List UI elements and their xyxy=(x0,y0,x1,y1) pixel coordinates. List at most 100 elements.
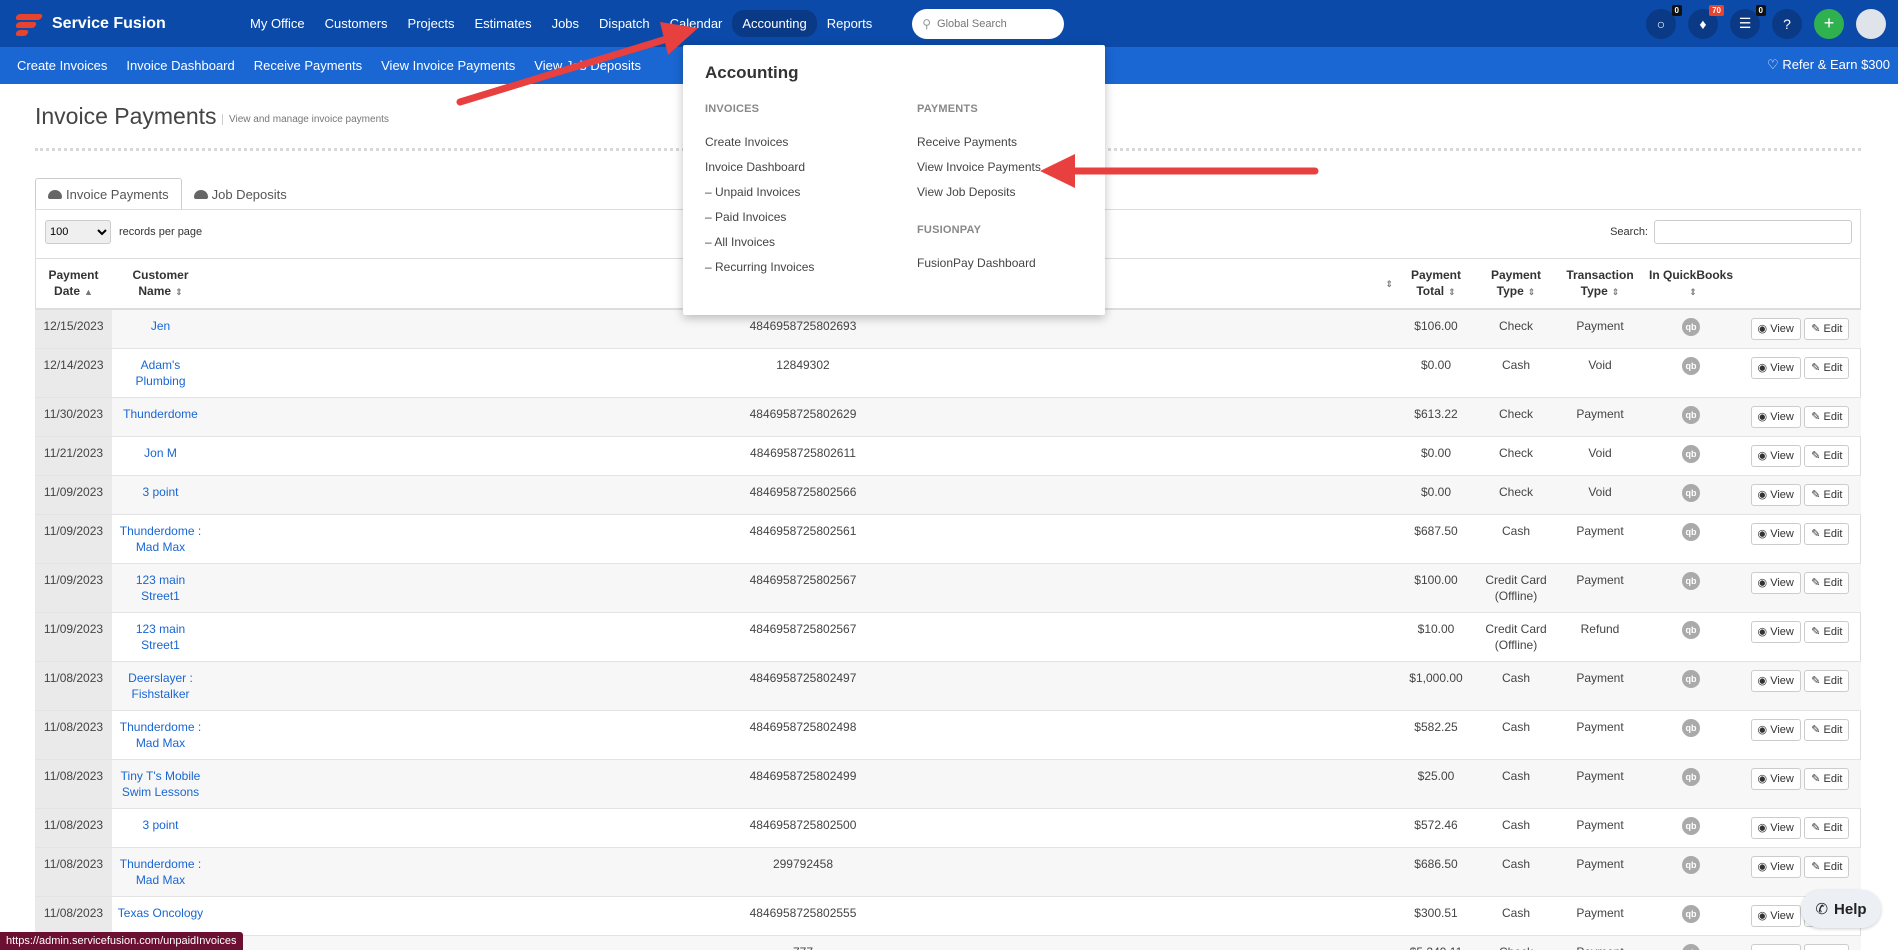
col-transaction-type[interactable]: Transaction Type ⇕ xyxy=(1557,258,1643,310)
view-button[interactable]: ◉ View xyxy=(1750,522,1801,545)
customer-name-link[interactable]: Adam's Plumbing xyxy=(112,348,209,398)
eye-icon: ◉ xyxy=(1757,361,1771,374)
menu-all-invoices[interactable]: – All Invoices xyxy=(705,235,814,250)
nav-dispatch[interactable]: Dispatch xyxy=(589,10,660,37)
nav-calendar[interactable]: Calendar xyxy=(660,10,733,37)
view-label: View xyxy=(1770,488,1794,501)
col-in-quickbooks[interactable]: In QuickBooks ⇕ xyxy=(1643,258,1739,310)
view-button[interactable]: ◉ View xyxy=(1750,855,1801,878)
edit-button[interactable]: ✎ Edit xyxy=(1804,571,1850,594)
subnav-create-invoices[interactable]: Create Invoices xyxy=(17,58,107,73)
view-label: View xyxy=(1770,723,1794,736)
customer-name-link[interactable]: Jon M xyxy=(112,436,209,476)
tab-invoice-payments[interactable]: Invoice Payments xyxy=(35,178,182,210)
nav-my-office[interactable]: My Office xyxy=(240,10,315,37)
records-select[interactable]: 100 xyxy=(45,220,111,244)
menu-create-invoices[interactable]: Create Invoices xyxy=(705,135,814,150)
edit-button[interactable]: ✎ Edit xyxy=(1804,943,1850,950)
avatar[interactable] xyxy=(1856,8,1886,39)
edit-button[interactable]: ✎ Edit xyxy=(1804,718,1850,741)
col-customer-name[interactable]: Customer Name ⇕ xyxy=(112,258,209,310)
view-button[interactable]: ◉ View xyxy=(1750,405,1801,428)
row-actions: ◉ View ✎ Edit xyxy=(1739,759,1861,809)
edit-button[interactable]: ✎ Edit xyxy=(1804,356,1850,379)
view-button[interactable]: ◉ View xyxy=(1750,317,1801,340)
nav-reports[interactable]: Reports xyxy=(817,10,883,37)
view-button[interactable]: ◉ View xyxy=(1750,356,1801,379)
global-search-input[interactable] xyxy=(937,17,1058,30)
menu-paid-invoices[interactable]: – Paid Invoices xyxy=(705,210,814,225)
tab-job-deposits[interactable]: Job Deposits xyxy=(182,178,299,210)
payment-total: $300.51 xyxy=(1397,896,1475,936)
view-button[interactable]: ◉ View xyxy=(1750,620,1801,643)
tasks-badge: 0 xyxy=(1755,4,1766,16)
nav-jobs[interactable]: Jobs xyxy=(542,10,589,37)
nav-customers[interactable]: Customers xyxy=(315,10,398,37)
edit-button[interactable]: ✎ Edit xyxy=(1804,405,1850,428)
col-payment-date[interactable]: Payment Date ▲ xyxy=(35,258,112,310)
view-button[interactable]: ◉ View xyxy=(1750,943,1801,950)
eye-icon: ◉ xyxy=(1757,322,1771,335)
menu-recurring-invoices[interactable]: – Recurring Invoices xyxy=(705,260,814,275)
customer-name-link[interactable]: Deerslayer : Fishstalker xyxy=(112,661,209,711)
col-payment-type[interactable]: Payment Type ⇕ xyxy=(1475,258,1557,310)
edit-button[interactable]: ✎ Edit xyxy=(1804,669,1850,692)
customer-name-link[interactable]: Thunderdome : Mad Max xyxy=(112,514,209,564)
view-button[interactable]: ◉ View xyxy=(1750,904,1801,927)
customer-name-link[interactable]: Tiny T's Mobile Swim Lessons xyxy=(112,759,209,809)
menu-invoice-dashboard[interactable]: Invoice Dashboard xyxy=(705,160,814,175)
edit-button[interactable]: ✎ Edit xyxy=(1804,483,1850,506)
menu-unpaid-invoices[interactable]: – Unpaid Invoices xyxy=(705,185,814,200)
nav-projects[interactable]: Projects xyxy=(398,10,465,37)
col-payment-total[interactable]: Payment Total ⇕ xyxy=(1397,258,1475,310)
edit-button[interactable]: ✎ Edit xyxy=(1804,522,1850,545)
edit-button[interactable]: ✎ Edit xyxy=(1804,816,1850,839)
menu-view-invoice-payments[interactable]: View Invoice Payments xyxy=(917,160,1041,175)
view-button[interactable]: ◉ View xyxy=(1750,483,1801,506)
edit-button[interactable]: ✎ Edit xyxy=(1804,317,1850,340)
menu-fusionpay-dashboard[interactable]: FusionPay Dashboard xyxy=(917,256,1041,271)
bell-icon[interactable]: ♦ 70 xyxy=(1688,4,1724,39)
transaction-type: Void xyxy=(1557,436,1643,476)
view-button[interactable]: ◉ View xyxy=(1750,444,1801,467)
nav-accounting[interactable]: Accounting xyxy=(732,10,817,37)
subnav-view-invoice-payments[interactable]: View Invoice Payments xyxy=(381,58,515,73)
view-button[interactable]: ◉ View xyxy=(1750,718,1801,741)
edit-button[interactable]: ✎ Edit xyxy=(1804,444,1850,467)
quickbooks-icon: qb xyxy=(1682,669,1700,688)
global-search[interactable]: ⚲ xyxy=(912,8,1065,39)
customer-name-link[interactable]: Jen xyxy=(112,308,209,349)
add-icon[interactable]: + xyxy=(1814,8,1844,39)
customer-name-link[interactable]: Thunderdome : Mad Max xyxy=(112,847,209,897)
view-button[interactable]: ◉ View xyxy=(1750,571,1801,594)
chat-icon[interactable]: ○ 0 xyxy=(1646,4,1682,39)
quickbooks-icon: qb xyxy=(1682,943,1700,950)
edit-button[interactable]: ✎ Edit xyxy=(1804,855,1850,878)
customer-name-link[interactable]: 3 point xyxy=(112,808,209,848)
customer-name-link[interactable]: Thunderdome xyxy=(112,397,209,437)
customer-name-link[interactable]: 3 point xyxy=(112,475,209,515)
brand-logo[interactable]: Service Fusion xyxy=(14,10,214,38)
refer-earn-link[interactable]: ♡ Refer & Earn $300 xyxy=(1767,57,1890,73)
edit-button[interactable]: ✎ Edit xyxy=(1804,620,1850,643)
table-row: 11/08/2023 Deerslayer : Fishstalker 484695… xyxy=(35,661,1861,711)
table-search-input[interactable] xyxy=(1654,220,1852,244)
customer-name-link[interactable]: Thunderdome : Mad Max xyxy=(112,710,209,760)
view-button[interactable]: ◉ View xyxy=(1750,669,1801,692)
nav-estimates[interactable]: Estimates xyxy=(465,10,542,37)
task-list-icon[interactable]: ☰ 0 xyxy=(1730,4,1766,39)
subnav-receive-payments[interactable]: Receive Payments xyxy=(254,58,362,73)
help-button[interactable]: ✆ Help xyxy=(1801,890,1881,928)
customer-name-link[interactable]: 123 main Street1 xyxy=(112,612,209,662)
subnav-invoice-dashboard[interactable]: Invoice Dashboard xyxy=(126,58,234,73)
customer-name-link[interactable]: Texas Oncology xyxy=(112,896,209,936)
menu-receive-payments[interactable]: Receive Payments xyxy=(917,135,1041,150)
tab-icon xyxy=(48,189,62,199)
customer-name-link[interactable]: 123 main Street1 xyxy=(112,563,209,613)
help-icon[interactable]: ? xyxy=(1772,8,1802,39)
menu-view-job-deposits[interactable]: View Job Deposits xyxy=(917,185,1041,200)
edit-button[interactable]: ✎ Edit xyxy=(1804,767,1850,790)
subnav-view-job-deposits[interactable]: View Job Deposits xyxy=(534,58,641,73)
view-button[interactable]: ◉ View xyxy=(1750,767,1801,790)
view-button[interactable]: ◉ View xyxy=(1750,816,1801,839)
